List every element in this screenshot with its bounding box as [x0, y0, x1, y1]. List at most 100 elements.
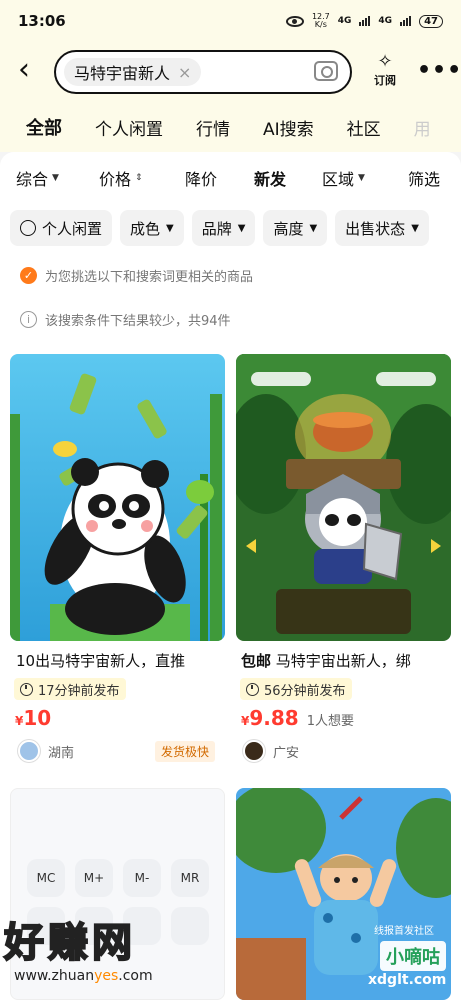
calc-key-mminus: M-: [123, 859, 161, 897]
product-image-1[interactable]: [10, 354, 225, 641]
sort-newest[interactable]: 新发: [254, 166, 286, 190]
pin-icon: ✧: [377, 51, 393, 72]
knight-panda-game-illustration: [236, 354, 451, 641]
sort-price-label: 价格: [99, 170, 132, 189]
product-title-2-text: 马特宇宙出新人，绑: [275, 652, 411, 670]
chip-condition[interactable]: 成色 ▼: [120, 210, 184, 246]
product-time-2: 56分钟前发布: [240, 678, 352, 700]
sort-region[interactable]: 区域 ▼: [322, 166, 365, 190]
chip-condition-label: 成色: [130, 219, 161, 238]
few-results-text: 该搜索条件下结果较少，共94件: [45, 314, 231, 329]
battery-indicator: 47: [419, 14, 443, 28]
sort-newest-label: 新发: [254, 170, 287, 189]
filter-label: 筛选: [408, 170, 441, 189]
network-speed: 12.7 K/s: [311, 12, 330, 29]
product-image-2[interactable]: [236, 354, 451, 641]
net-label-2: 4G: [378, 16, 393, 26]
location-text: 湖南: [48, 745, 75, 761]
seller-location-1: 湖南: [18, 740, 74, 762]
seller-location-2: 广安: [243, 740, 299, 762]
sort-region-label: 区域: [322, 170, 355, 189]
avatar[interactable]: [243, 740, 265, 762]
status-bar: 13:06 12.7 K/s 4G 4G 47: [0, 0, 461, 42]
clock-icon: [246, 682, 259, 696]
net-label-1: 4G: [337, 16, 352, 26]
person-icon: [20, 220, 36, 236]
category-tabs: 全部 个人闲置 行情 AI搜索 社区 用: [0, 102, 461, 152]
sort-bar: 综合 ▼ 价格 ⇕ 降价 新发 区域 ▼ 筛选: [0, 162, 461, 194]
price-value: 9.88: [249, 706, 299, 730]
sort-overall[interactable]: 综合 ▼: [16, 166, 59, 190]
currency-symbol: ¥: [241, 714, 250, 728]
sort-price-drop-label: 降价: [185, 170, 218, 189]
calc-key-mr: MR: [171, 859, 209, 897]
clock-icon: [20, 682, 33, 696]
tab-ai-search[interactable]: AI搜索: [263, 115, 314, 140]
sort-overall-label: 综合: [16, 170, 49, 189]
brand-logo-label: 小嘀咕: [380, 941, 446, 971]
chip-personal-idle-label: 个人闲置: [42, 219, 103, 238]
clear-query-icon[interactable]: ×: [178, 63, 191, 82]
chevron-down-icon: ▼: [52, 173, 59, 183]
calc-key-mc: MC: [27, 859, 65, 897]
watermark-text: 好赚网: [3, 919, 136, 967]
check-icon: ✓: [20, 267, 37, 284]
watermark: 好赚网 www.zhuanyes.com: [0, 910, 200, 1000]
product-title-1[interactable]: 10出马特宇宙新人，直推: [16, 650, 226, 671]
sort-arrows-icon: ⇕: [135, 173, 143, 183]
chevron-down-icon: ▼: [309, 222, 318, 234]
chip-height[interactable]: 高度 ▼: [263, 210, 328, 246]
panda-game-illustration: [10, 354, 225, 641]
tab-more[interactable]: 用: [414, 115, 431, 140]
filter-chips: 个人闲置 成色 ▼ 品牌 ▼ 高度 ▼ 出售状态 ▼: [10, 210, 461, 246]
chevron-down-icon: ▼: [237, 222, 246, 234]
search-query-text: 马特宇宙新人: [74, 64, 171, 83]
relevance-notice-text: 为您挑选以下和搜索词更相关的商品: [45, 270, 254, 285]
status-icons: 12.7 K/s 4G 4G 47: [285, 12, 443, 29]
calc-key-mplus: M+: [75, 859, 113, 897]
relevance-notice: ✓ 为您挑选以下和搜索词更相关的商品: [20, 266, 253, 285]
signal-icon: [359, 16, 371, 26]
search-input[interactable]: 马特宇宙新人 ×: [54, 50, 352, 94]
chevron-down-icon: ▼: [358, 173, 365, 183]
info-icon: i: [20, 311, 37, 328]
brand-subtitle: 线报首发社区: [374, 926, 434, 937]
chip-sale-status[interactable]: 出售状态 ▼: [335, 210, 429, 246]
filter-button[interactable]: 筛选: [408, 166, 440, 190]
camera-icon[interactable]: [314, 61, 338, 81]
location-text: 广安: [273, 745, 300, 761]
chevron-down-icon: ▼: [166, 222, 174, 234]
chevron-down-icon: ▼: [411, 222, 419, 234]
tab-community[interactable]: 社区: [347, 115, 381, 140]
tab-market[interactable]: 行情: [196, 115, 230, 140]
search-header: ‹ 马特宇宙新人 × ✧ 订阅 •••: [0, 42, 461, 102]
back-arrow-icon[interactable]: ‹: [18, 55, 30, 85]
currency-symbol: ¥: [15, 714, 24, 728]
few-results-notice: i 该搜索条件下结果较少，共94件: [20, 310, 231, 329]
eye-icon: [285, 15, 304, 27]
brand-url: xdglt.com: [368, 972, 447, 988]
product-price-1: ¥ 10: [15, 706, 51, 730]
more-options-icon[interactable]: •••: [417, 58, 461, 83]
signal-icon-2: [400, 16, 412, 26]
tab-all[interactable]: 全部: [26, 114, 62, 140]
status-time: 13:06: [18, 12, 66, 30]
product-time-1-text: 17分钟前发布: [38, 683, 120, 699]
chip-brand-label: 品牌: [201, 219, 232, 238]
search-query-chip[interactable]: 马特宇宙新人 ×: [64, 58, 202, 86]
chip-brand[interactable]: 品牌 ▼: [191, 210, 256, 246]
chip-sale-status-label: 出售状态: [345, 219, 406, 238]
wants-count: 1人想要: [306, 714, 354, 729]
sort-price-drop[interactable]: 降价: [185, 166, 217, 190]
tab-personal-idle[interactable]: 个人闲置: [95, 115, 163, 140]
avatar[interactable]: [18, 740, 40, 762]
subscribe-button[interactable]: ✧ 订阅: [370, 52, 400, 88]
sort-price[interactable]: 价格 ⇕: [99, 166, 143, 190]
chip-height-label: 高度: [273, 219, 304, 238]
free-shipping-tag: 包邮: [241, 652, 272, 670]
chip-personal-idle[interactable]: 个人闲置: [10, 210, 113, 246]
watermark-url: www.zhuanyes.com: [14, 968, 153, 984]
product-title-2[interactable]: 包邮 马特宇宙出新人，绑: [241, 650, 456, 671]
product-time-1: 17分钟前发布: [14, 678, 126, 700]
product-price-2: ¥ 9.88 1人想要: [241, 706, 354, 730]
